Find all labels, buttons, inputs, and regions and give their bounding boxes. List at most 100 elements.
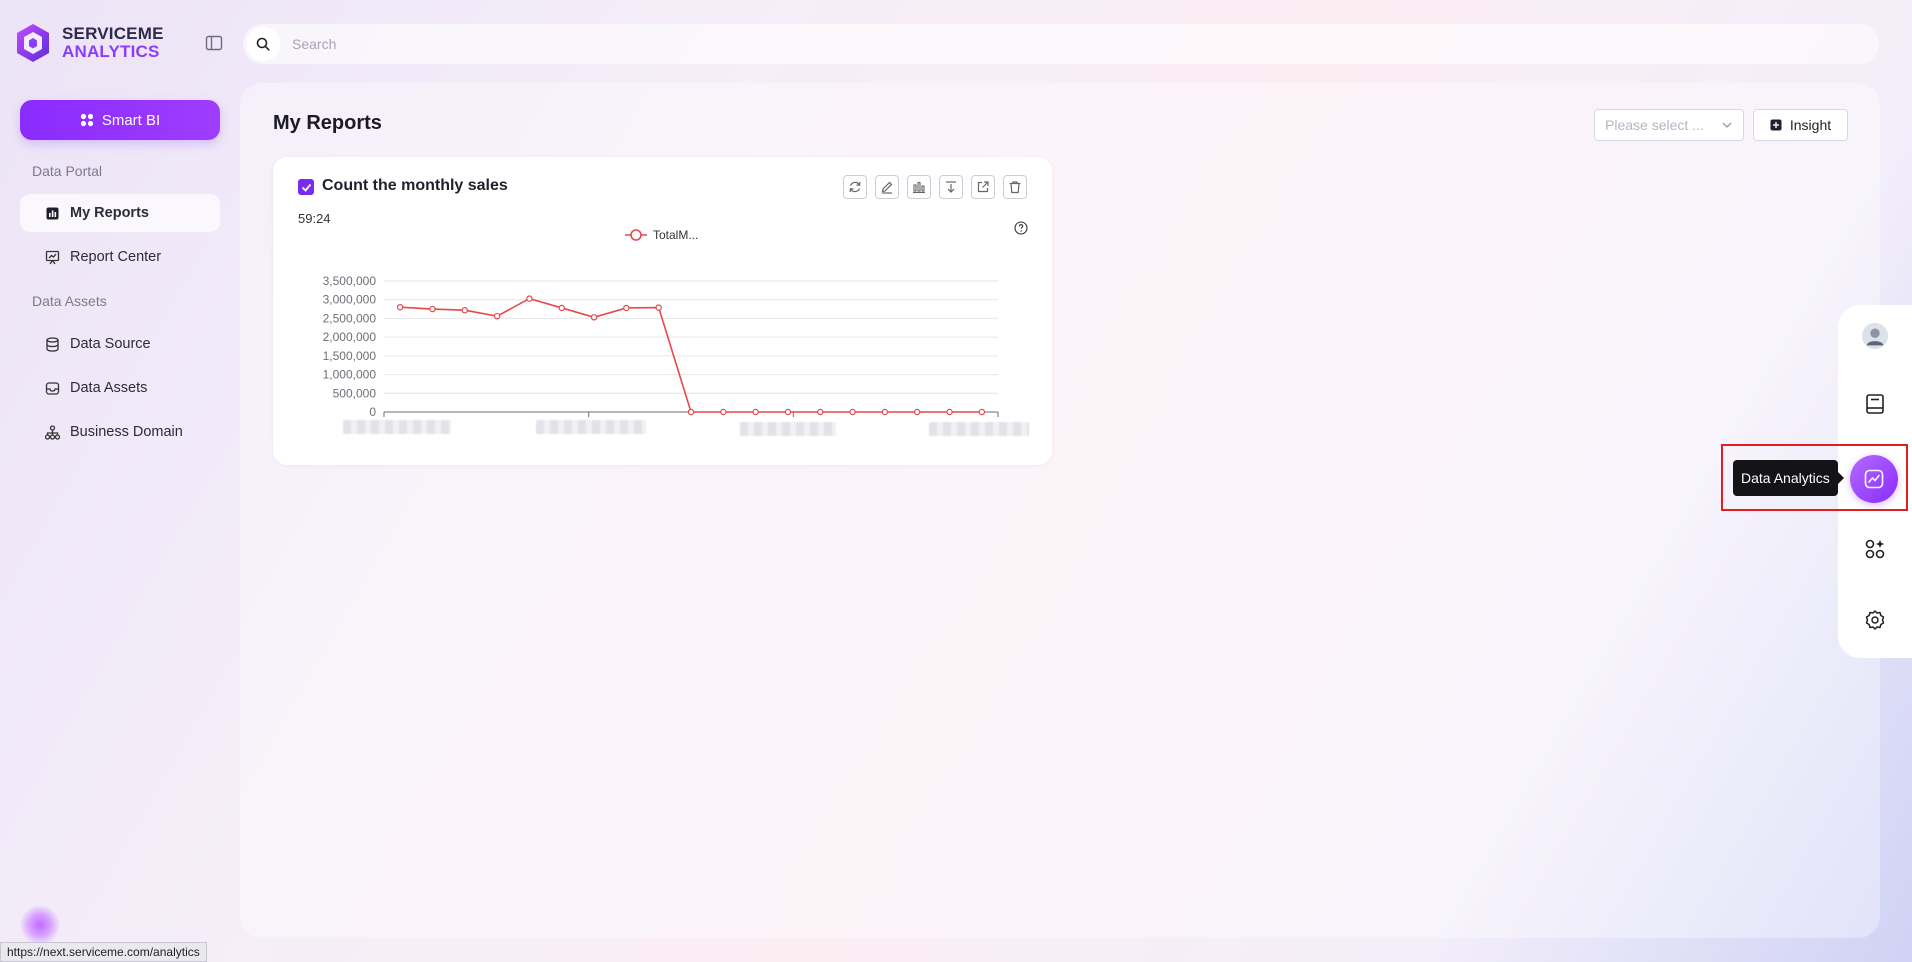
bar-chart-icon bbox=[44, 205, 60, 221]
apps-grid-icon bbox=[80, 113, 93, 127]
y-tick-label: 3,000,000 bbox=[323, 293, 377, 307]
report-checkbox[interactable] bbox=[298, 179, 314, 195]
sidebar-item-label: My Reports bbox=[70, 205, 149, 221]
presentation-icon bbox=[44, 249, 60, 265]
search-button[interactable] bbox=[246, 27, 280, 61]
legend-marker bbox=[630, 229, 642, 241]
x-axis-label-redacted bbox=[536, 420, 646, 434]
data-point bbox=[978, 408, 986, 416]
tooltip-arrow bbox=[1836, 470, 1844, 486]
sidebar-item-label: Report Center bbox=[70, 249, 162, 265]
apps-icon bbox=[1865, 539, 1885, 559]
assistant-orb-icon[interactable] bbox=[20, 905, 60, 945]
refresh-button[interactable] bbox=[843, 175, 867, 199]
data-point bbox=[687, 408, 695, 416]
edit-icon bbox=[881, 181, 893, 194]
search-bar[interactable] bbox=[243, 24, 1879, 64]
share-icon bbox=[977, 181, 989, 193]
select-placeholder: Please select ... bbox=[1605, 117, 1704, 133]
data-point bbox=[784, 408, 792, 416]
data-point bbox=[881, 408, 889, 416]
report-filter-select[interactable]: Please select ... bbox=[1594, 109, 1744, 141]
sidebar-item-my-reports[interactable]: My Reports bbox=[20, 194, 220, 232]
delete-icon bbox=[1009, 181, 1021, 194]
data-point bbox=[946, 408, 953, 416]
sidebar-item-business-domain[interactable]: Business Domain bbox=[20, 413, 220, 451]
data-point bbox=[493, 312, 501, 320]
data-analytics-icon bbox=[1864, 469, 1884, 489]
insight-button[interactable]: Insight bbox=[1753, 109, 1848, 141]
data-point bbox=[429, 305, 436, 313]
x-axis-label-redacted bbox=[929, 422, 1029, 436]
data-point bbox=[396, 303, 404, 311]
database-icon bbox=[44, 336, 60, 352]
share-button[interactable] bbox=[971, 175, 995, 199]
user-avatar[interactable] bbox=[1861, 322, 1889, 350]
y-tick-label: 2,500,000 bbox=[323, 311, 377, 325]
series-line bbox=[400, 297, 982, 413]
sidebar-item-data-source[interactable]: Data Source bbox=[20, 325, 220, 363]
apps-button[interactable] bbox=[1861, 535, 1889, 563]
data-point bbox=[623, 304, 630, 312]
section-label-data-portal: Data Portal bbox=[32, 163, 103, 179]
y-tick-label: 500,000 bbox=[333, 386, 377, 400]
gear-icon bbox=[1865, 610, 1885, 630]
sidebar-item-data-assets[interactable]: Data Assets bbox=[20, 369, 220, 407]
knowledge-book-button[interactable] bbox=[1861, 390, 1889, 418]
data-analytics-button[interactable] bbox=[1850, 455, 1898, 503]
delete-button[interactable] bbox=[1003, 175, 1027, 199]
serviceme-logo-icon bbox=[17, 24, 49, 62]
data-point bbox=[914, 408, 921, 416]
page-title: My Reports bbox=[273, 112, 382, 134]
insight-label: Insight bbox=[1789, 117, 1832, 133]
edit-button[interactable] bbox=[875, 175, 899, 199]
brand-name-line1: SERVICEME bbox=[62, 24, 164, 43]
sidebar-item-label: Business Domain bbox=[70, 424, 183, 440]
data-point bbox=[526, 295, 533, 302]
y-tick-label: 2,000,000 bbox=[323, 330, 377, 344]
brand-name-line2: ANALYTICS bbox=[62, 42, 160, 61]
smart-bi-button[interactable]: Smart BI bbox=[20, 100, 220, 140]
search-icon bbox=[256, 37, 270, 51]
section-label-data-assets: Data Assets bbox=[32, 293, 107, 309]
book-icon bbox=[1866, 394, 1884, 414]
sidebar-item-report-center[interactable]: Report Center bbox=[20, 238, 220, 276]
legend-label: TotalM... bbox=[653, 228, 698, 242]
avatar-icon bbox=[1861, 322, 1889, 350]
y-tick-label: 1,000,000 bbox=[323, 368, 377, 382]
y-tick-label: 1,500,000 bbox=[323, 349, 377, 363]
data-point bbox=[817, 408, 824, 416]
refresh-icon bbox=[849, 181, 861, 193]
x-axis-label-redacted bbox=[343, 420, 451, 434]
hierarchy-icon bbox=[44, 424, 60, 440]
y-tick-label: 3,500,000 bbox=[323, 274, 377, 288]
report-card: Count the monthly sales 59:24 0 500,000 1,… bbox=[273, 157, 1052, 465]
smart-bi-label: Smart BI bbox=[101, 111, 161, 129]
sidebar-collapse-icon[interactable] bbox=[205, 34, 223, 52]
report-title: Count the monthly sales bbox=[322, 177, 508, 194]
data-point bbox=[590, 314, 598, 321]
data-point bbox=[849, 408, 856, 416]
download-icon bbox=[946, 181, 956, 193]
add-square-icon bbox=[1770, 119, 1782, 131]
chart-type-icon bbox=[913, 181, 925, 194]
brand-logo-group[interactable]: SERVICEME ANALYTICS bbox=[14, 22, 164, 64]
y-tick-label: 0 bbox=[369, 405, 376, 419]
data-point bbox=[558, 304, 565, 312]
chart-type-button[interactable] bbox=[907, 175, 931, 199]
data-point bbox=[720, 408, 727, 416]
data-point bbox=[461, 306, 468, 314]
search-input[interactable] bbox=[292, 36, 1792, 52]
data-point bbox=[655, 304, 662, 311]
sidebar-item-label: Data Source bbox=[70, 336, 151, 352]
inbox-icon bbox=[44, 380, 60, 396]
report-toolbar bbox=[843, 175, 1027, 199]
check-icon bbox=[301, 183, 311, 192]
x-axis-label-redacted bbox=[740, 422, 836, 436]
download-button[interactable] bbox=[939, 175, 963, 199]
settings-button[interactable] bbox=[1861, 606, 1889, 634]
status-bar-url: https://next.serviceme.com/analytics bbox=[0, 942, 207, 962]
data-point bbox=[752, 408, 759, 416]
sidebar-item-label: Data Assets bbox=[70, 380, 148, 396]
chevron-down-icon bbox=[1722, 122, 1732, 128]
